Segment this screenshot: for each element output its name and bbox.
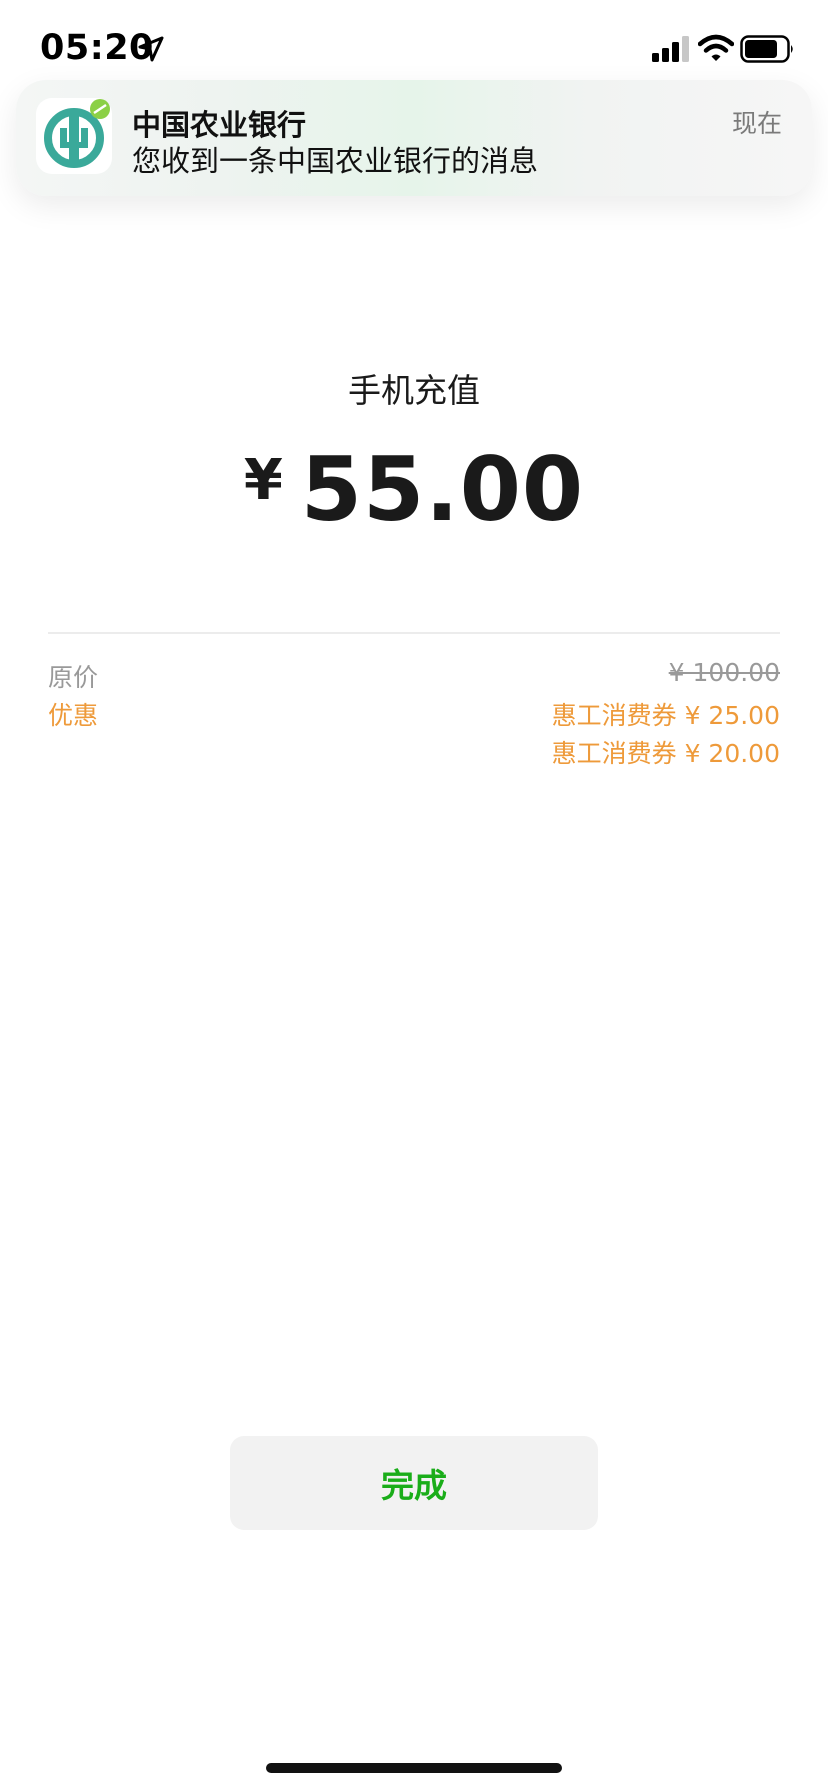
currency-symbol: ¥ [243, 448, 283, 513]
home-indicator[interactable] [266, 1763, 562, 1773]
original-price-label: 原价 [48, 663, 99, 692]
coupon-line-2: 惠工消费券 ¥ 20.00 [551, 739, 780, 768]
cellular-signal-icon [652, 36, 689, 62]
divider [48, 632, 780, 634]
amount-value: 55.00 [300, 438, 585, 541]
original-price-value: ¥ 100.00 [668, 658, 780, 687]
battery-icon [740, 35, 793, 63]
payment-title: 手机充值 [348, 371, 480, 410]
location-arrow-icon [138, 36, 164, 62]
discount-label: 优惠 [48, 701, 99, 730]
payment-amount: ¥55.00 [0, 438, 828, 541]
done-button[interactable]: 完成 [230, 1436, 598, 1530]
notification-time: 现在 [731, 109, 782, 138]
notification-banner[interactable]: 中国农业银行 您收到一条中国农业银行的消息 现在 [16, 80, 812, 196]
payment-result-screen: 05:20 中国农业银行 您收到一条中国农业银行的消息 现在 手机充值 ¥ 55… [0, 0, 828, 1792]
wifi-icon [698, 34, 734, 61]
abc-bank-logo-icon [36, 98, 112, 174]
notification-message: 您收到一条中国农业银行的消息 [132, 144, 539, 178]
coupon-line-1: 惠工消费券 ¥ 25.00 [551, 701, 780, 730]
